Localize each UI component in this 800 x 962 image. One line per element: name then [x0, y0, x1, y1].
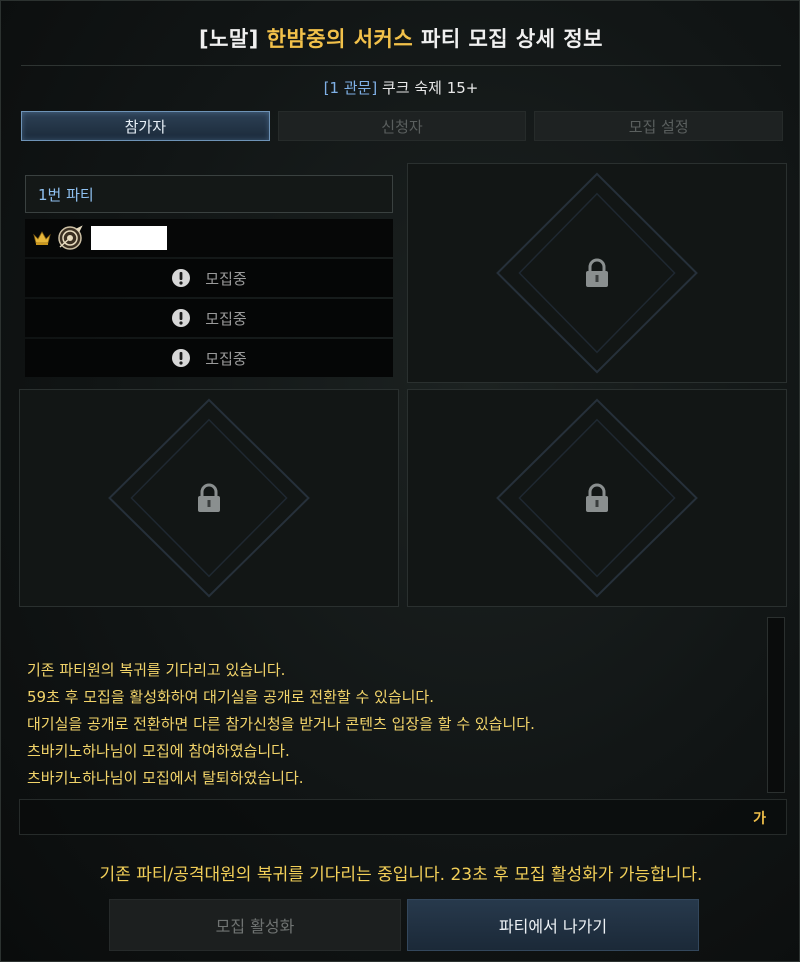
tab-recruit-settings[interactable]: 모집 설정	[534, 111, 784, 141]
activate-recruit-button[interactable]: 모집 활성화	[109, 899, 401, 951]
gate-label: [1 관문]	[323, 79, 378, 97]
system-message-log: 기존 파티원의 복귀를 기다리고 있습니다. 59초 후 모집을 활성화하여 대…	[19, 619, 763, 795]
recruit-slot[interactable]: 모집중	[25, 259, 393, 297]
locked-party-slot	[407, 389, 787, 607]
raid-name: 한밤중의 서커스	[266, 27, 414, 51]
title-prefix: [노말]	[198, 27, 267, 51]
party-member-leader[interactable]	[25, 219, 393, 257]
party-header: 1번 파티	[25, 175, 393, 213]
lock-icon	[586, 483, 608, 512]
log-line: 대기실을 공개로 전환하면 다른 참가신청을 받거나 콘텐츠 입장을 할 수 있…	[27, 715, 535, 733]
tab-applicants[interactable]: 신청자	[277, 111, 527, 141]
window-title: [노말] 한밤중의 서커스 파티 모집 상세 정보	[1, 23, 800, 53]
title-divider	[21, 65, 781, 66]
log-line: 기존 파티원의 복귀를 기다리고 있습니다.	[27, 661, 286, 679]
recruit-slot[interactable]: 모집중	[25, 299, 393, 337]
lock-icon	[198, 483, 220, 512]
party-1-panel: 1번 파티 모집중 모집중 모집중	[25, 175, 393, 377]
locked-party-slot	[19, 389, 399, 607]
exclamation-icon	[172, 309, 191, 327]
chat-input[interactable]: 가	[19, 799, 787, 835]
recruit-description: 쿠크 숙제 15+	[377, 79, 479, 97]
log-line: 츠바키노하나님이 모집에서 탈퇴하였습니다.	[27, 769, 304, 787]
lock-icon	[586, 258, 608, 287]
recruit-subtitle: [1 관문] 쿠크 숙제 15+	[1, 77, 800, 98]
recruit-slot[interactable]: 모집중	[25, 339, 393, 377]
recruit-status: 모집중	[205, 269, 247, 288]
exclamation-icon	[172, 269, 191, 287]
exclamation-icon	[172, 349, 191, 367]
recruit-status: 모집중	[205, 349, 247, 368]
log-line: 59초 후 모집을 활성화하여 대기실을 공개로 전환할 수 있습니다.	[27, 688, 435, 706]
tab-participants[interactable]: 참가자	[21, 111, 270, 141]
member-name-redacted	[91, 226, 167, 250]
leave-party-button[interactable]: 파티에서 나가기	[407, 899, 699, 951]
log-line: 츠바키노하나님이 모집에 참여하였습니다.	[27, 742, 290, 760]
recruit-status: 모집중	[205, 309, 247, 328]
log-scrollbar[interactable]	[767, 617, 785, 793]
tab-bar: 참가자 신청자 모집 설정	[21, 111, 784, 141]
status-notice: 기존 파티/공격대원의 복귀를 기다리는 중입니다. 23초 후 모집 활성화가…	[99, 865, 703, 885]
title-suffix: 파티 모집 상세 정보	[413, 27, 604, 51]
crown-icon	[33, 231, 51, 245]
input-language-toggle[interactable]: 가	[753, 808, 766, 828]
class-emblem-icon	[58, 225, 83, 250]
party-recruit-window: [노말] 한밤중의 서커스 파티 모집 상세 정보 [1 관문] 쿠크 숙제 1…	[0, 0, 800, 962]
locked-party-slot	[407, 163, 787, 383]
